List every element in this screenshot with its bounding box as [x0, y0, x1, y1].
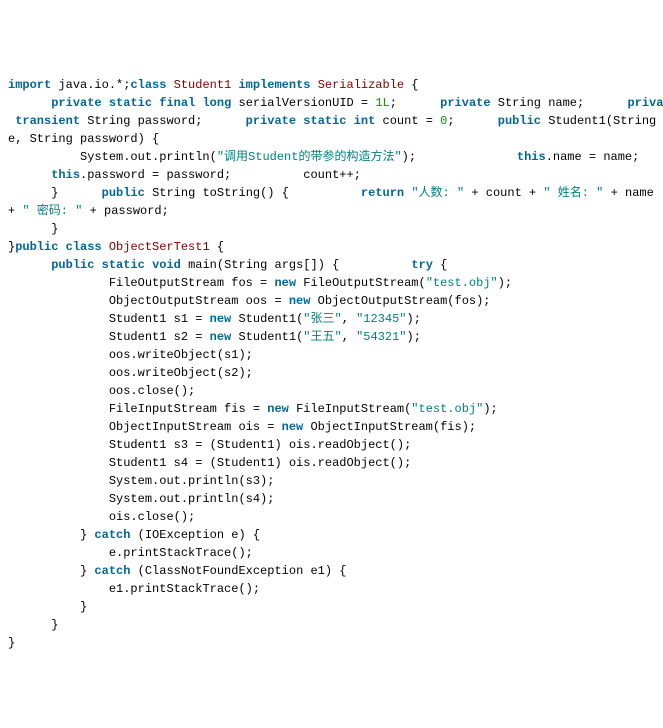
keyword-import: import	[8, 78, 51, 92]
keyword-implements: implements	[238, 78, 310, 92]
package: java.io.*	[58, 78, 123, 92]
class-name: Student1	[174, 78, 232, 92]
keyword-class: class	[130, 78, 166, 92]
code-block: import java.io.*;class Student1 implemen…	[8, 78, 663, 650]
interface-name: Serializable	[318, 78, 404, 92]
